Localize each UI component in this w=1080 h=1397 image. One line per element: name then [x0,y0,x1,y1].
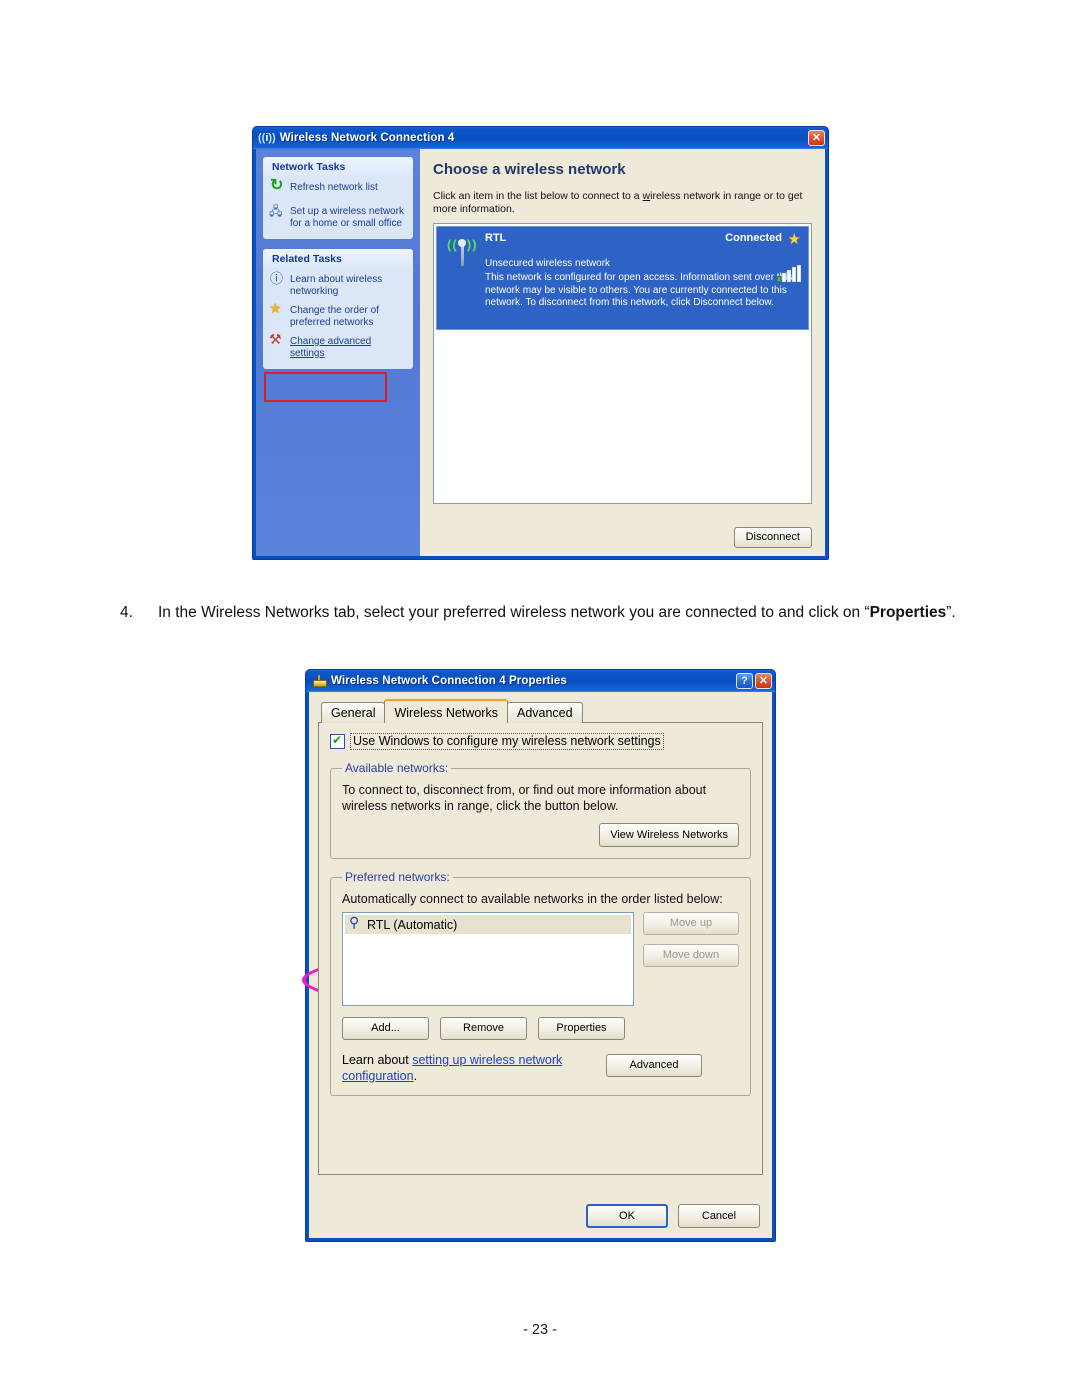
use-windows-checkbox-label: Use Windows to configure my wireless net… [350,733,664,750]
refresh-icon [269,180,286,198]
move-up-button[interactable]: Move up [643,912,739,935]
wireless-broadcast-icon: (( )) [447,235,479,269]
learn-more-row: Learn about setting up wireless network … [342,1052,739,1084]
add-button[interactable]: Add... [342,1017,429,1040]
task-change-order-preferred-networks[interactable]: Change the order of preferred networks [269,303,408,328]
instruction-text: Click an item in the list below to conne… [433,190,808,216]
task-refresh-network-list[interactable]: Refresh network list [269,180,408,198]
step-text-part2: ”. [946,604,956,621]
preferred-network-label: RTL (Automatic) [367,917,458,932]
wireless-properties-window: Wireless Network Connection 4 Properties… [305,669,776,1242]
window-title: Wireless Network Connection 4 [279,132,455,144]
available-networks-text: To connect to, disconnect from, or find … [342,783,707,813]
properties-titlebar[interactable]: Wireless Network Connection 4 Properties… [306,670,775,692]
disconnect-button[interactable]: Disconnect [733,527,812,548]
advanced-settings-icon [269,334,286,352]
wireless-signal-icon: ((i)) [258,131,276,144]
wireless-networks-tab-panel: Use Windows to configure my wireless net… [318,722,763,1175]
learn-prefix: Learn about [342,1053,413,1067]
move-down-button[interactable]: Move down [643,944,739,967]
highlight-change-advanced-settings [264,372,387,402]
preferred-network-rtl[interactable]: RTL (Automatic) [345,914,631,934]
step-text-part1: In the Wireless Networks tab, select you… [158,604,870,621]
learn-suffix: . [413,1069,418,1083]
close-icon[interactable]: ✕ [755,673,772,689]
step-instruction: 4. In the Wireless Networks tab, select … [120,602,975,623]
cancel-button[interactable]: Cancel [678,1204,760,1228]
status-badge: Connected [725,232,782,244]
ok-button[interactable]: OK [586,1204,668,1228]
move-buttons: Move up Move down [643,912,739,1006]
available-networks-legend: Available networks: [345,761,449,775]
remove-button[interactable]: Remove [440,1017,527,1040]
checkbox-checked-icon[interactable] [330,733,345,749]
wireless-network-connection-window: ((i)) Wireless Network Connection 4 ✕ Ne… [252,126,829,560]
step-number: 4. [120,604,133,621]
preferred-networks-list[interactable]: RTL (Automatic) [342,912,634,1006]
tab-advanced[interactable]: Advanced [506,702,583,723]
choose-network-pane: Choose a wireless network Click an item … [420,149,825,556]
help-icon[interactable]: ? [736,673,753,689]
preferred-networks-legend: Preferred networks: [345,870,450,884]
preferred-networks-text: Automatically connect to available netwo… [342,892,723,906]
signal-strength-icon [777,265,801,282]
network-adapter-icon [311,673,327,689]
window-titlebar[interactable]: ((i)) Wireless Network Connection 4 ✕ [253,127,828,149]
page-title: Choose a wireless network [433,161,626,178]
close-icon[interactable]: ✕ [808,130,825,146]
network-security-text: Unsecured wireless network [485,258,611,269]
step-body: In the Wireless Networks tab, select you… [158,604,956,621]
tab-strip: General Wireless Networks Advanced [318,699,763,723]
tab-wireless-networks[interactable]: Wireless Networks [384,699,508,723]
network-list[interactable]: (( )) RTL Connected ★ Unsecured wireless… [433,223,812,504]
tab-general[interactable]: General [321,702,386,723]
advanced-button[interactable]: Advanced [606,1054,702,1077]
properties-button[interactable]: Properties [538,1017,625,1040]
task-label: Change advanced settings [290,336,372,359]
related-tasks-list: Learn about wireless networking Change t… [263,269,413,369]
network-description: This network is configured for open acce… [485,272,793,308]
view-wireless-networks-row: View Wireless Networks [342,823,739,847]
dialog-footer-buttons: OK Cancel [586,1204,760,1228]
task-label: Refresh network list [290,182,378,193]
step-text-bold: Properties [869,604,947,621]
learn-more-text: Learn about setting up wireless network … [342,1052,592,1084]
task-change-advanced-settings[interactable]: Change advanced settings [269,334,408,359]
properties-window-title: Wireless Network Connection 4 Properties [331,675,567,687]
task-label: Change the order of preferred networks [290,305,379,328]
task-learn-about-wireless-networking[interactable]: Learn about wireless networking [269,273,408,297]
task-label: Set up a wireless network for a home or … [290,206,404,229]
star-icon [269,303,286,321]
preferred-networks-group: Preferred networks: Automatically connec… [330,870,751,1096]
network-key-icon [349,914,362,932]
instruction-accel: w [642,190,651,202]
network-tasks-panel: Network Tasks Refresh network list Set u… [263,157,413,239]
network-tasks-list: Refresh network list Set up a wireless n… [263,177,413,239]
task-label: Learn about wireless networking [290,274,383,297]
info-icon [269,273,286,290]
available-networks-group: Available networks: To connect to, disco… [330,761,751,859]
window-body: Network Tasks Refresh network list Set u… [256,149,825,556]
properties-body: General Wireless Networks Advanced Use W… [309,692,772,1238]
setup-wireless-icon [269,206,286,222]
instruction-pre: Click an item in the list below to conne… [433,190,643,202]
favorite-star-icon: ★ [787,231,801,248]
use-windows-checkbox-row[interactable]: Use Windows to configure my wireless net… [330,733,751,750]
preferred-networks-row: RTL (Automatic) Move up Move down [342,912,739,1006]
related-tasks-heading: Related Tasks [263,249,413,269]
network-list-item-rtl[interactable]: (( )) RTL Connected ★ Unsecured wireless… [436,226,809,330]
related-tasks-panel: Related Tasks Learn about wireless netwo… [263,249,413,369]
page-number: - 23 - [523,1322,557,1338]
view-wireless-networks-button[interactable]: View Wireless Networks [599,823,739,847]
task-sidebar: Network Tasks Refresh network list Set u… [256,149,420,556]
network-tasks-heading: Network Tasks [263,157,413,177]
task-set-up-wireless-network[interactable]: Set up a wireless network for a home or … [269,206,408,229]
preferred-network-actions: Add... Remove Properties [342,1017,739,1040]
